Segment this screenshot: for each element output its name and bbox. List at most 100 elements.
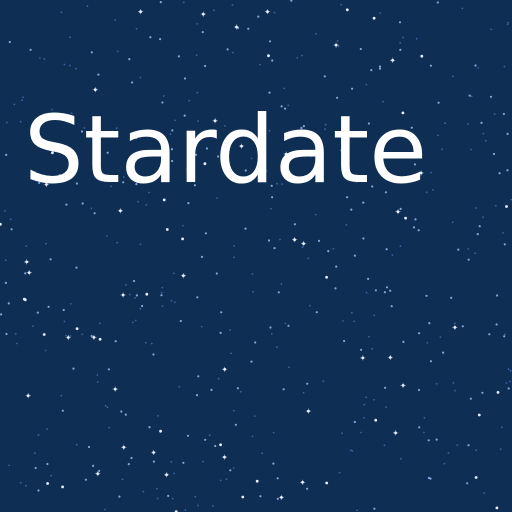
star: [255, 479, 259, 483]
star: [494, 204, 497, 207]
star: [212, 505, 214, 507]
star-sparkle: [151, 449, 157, 456]
star: [415, 37, 418, 40]
star: [144, 341, 147, 344]
star: [75, 266, 78, 269]
star: [124, 413, 127, 416]
star: [181, 237, 185, 241]
star: [141, 304, 144, 308]
star: [234, 423, 237, 426]
star: [288, 366, 290, 369]
star: [284, 322, 287, 325]
star: [63, 63, 66, 66]
star-sparkle: [333, 42, 339, 48]
star: [467, 444, 470, 447]
star: [350, 208, 353, 211]
star: [293, 223, 296, 226]
star: [251, 435, 254, 438]
star: [367, 277, 370, 280]
star: [349, 449, 352, 452]
star-sparkle: [24, 259, 30, 265]
star: [23, 298, 27, 302]
star: [461, 325, 464, 328]
star-sparkle: [395, 209, 401, 215]
star: [337, 45, 340, 48]
star: [182, 1, 185, 4]
star: [504, 333, 506, 336]
star: [170, 460, 173, 463]
star: [267, 239, 271, 242]
star: [365, 83, 368, 86]
star: [477, 67, 479, 69]
star: [204, 232, 207, 235]
star: [373, 398, 375, 401]
star: [159, 429, 163, 433]
star: [507, 21, 509, 24]
star: [161, 305, 164, 307]
star: [21, 99, 23, 102]
star-sparkle: [121, 444, 127, 450]
star: [4, 281, 7, 284]
star: [498, 172, 501, 175]
star-sparkle: [200, 11, 206, 17]
star: [155, 487, 158, 490]
star-sparkle: [452, 324, 458, 330]
star: [360, 348, 363, 351]
star: [506, 23, 509, 26]
star: [489, 95, 493, 98]
star: [452, 382, 455, 384]
star: [204, 438, 207, 441]
star: [402, 36, 404, 39]
star: [250, 360, 253, 363]
star: [385, 248, 388, 251]
star: [157, 415, 159, 417]
star: [72, 367, 75, 370]
star: [270, 333, 273, 335]
star: [134, 296, 136, 299]
star: [98, 469, 101, 472]
star: [131, 321, 134, 324]
star: [90, 334, 93, 338]
star: [152, 460, 155, 463]
star: [179, 319, 182, 323]
star: [481, 391, 484, 394]
star: [37, 489, 40, 492]
star: [172, 272, 175, 275]
star: [0, 313, 3, 316]
star: [368, 335, 370, 338]
star: [384, 386, 387, 389]
star: [363, 416, 365, 419]
star: [279, 238, 281, 241]
star: [437, 134, 439, 137]
star-sparkle: [95, 471, 101, 477]
starfield-background: [0, 0, 512, 512]
star: [93, 212, 96, 215]
star: [276, 477, 279, 480]
star: [251, 273, 254, 275]
star: [174, 301, 176, 304]
star: [509, 380, 511, 383]
star: [404, 216, 407, 220]
star: [315, 32, 317, 35]
star: [4, 210, 6, 212]
star: [272, 431, 275, 434]
star: [231, 4, 234, 6]
star: [24, 272, 27, 275]
star: [430, 171, 432, 174]
star: [128, 58, 131, 61]
star: [484, 139, 487, 142]
app-icon-canvas: Stardate: [0, 0, 512, 512]
star: [120, 410, 123, 413]
star: [165, 228, 169, 231]
star: [96, 374, 99, 376]
star: [184, 509, 187, 511]
star: [272, 462, 275, 465]
star: [186, 434, 190, 437]
star: [345, 8, 349, 12]
star: [4, 259, 7, 262]
star: [98, 322, 101, 325]
star: [159, 38, 162, 41]
star: [483, 492, 486, 494]
star: [114, 19, 117, 21]
star-sparkle: [301, 241, 307, 247]
